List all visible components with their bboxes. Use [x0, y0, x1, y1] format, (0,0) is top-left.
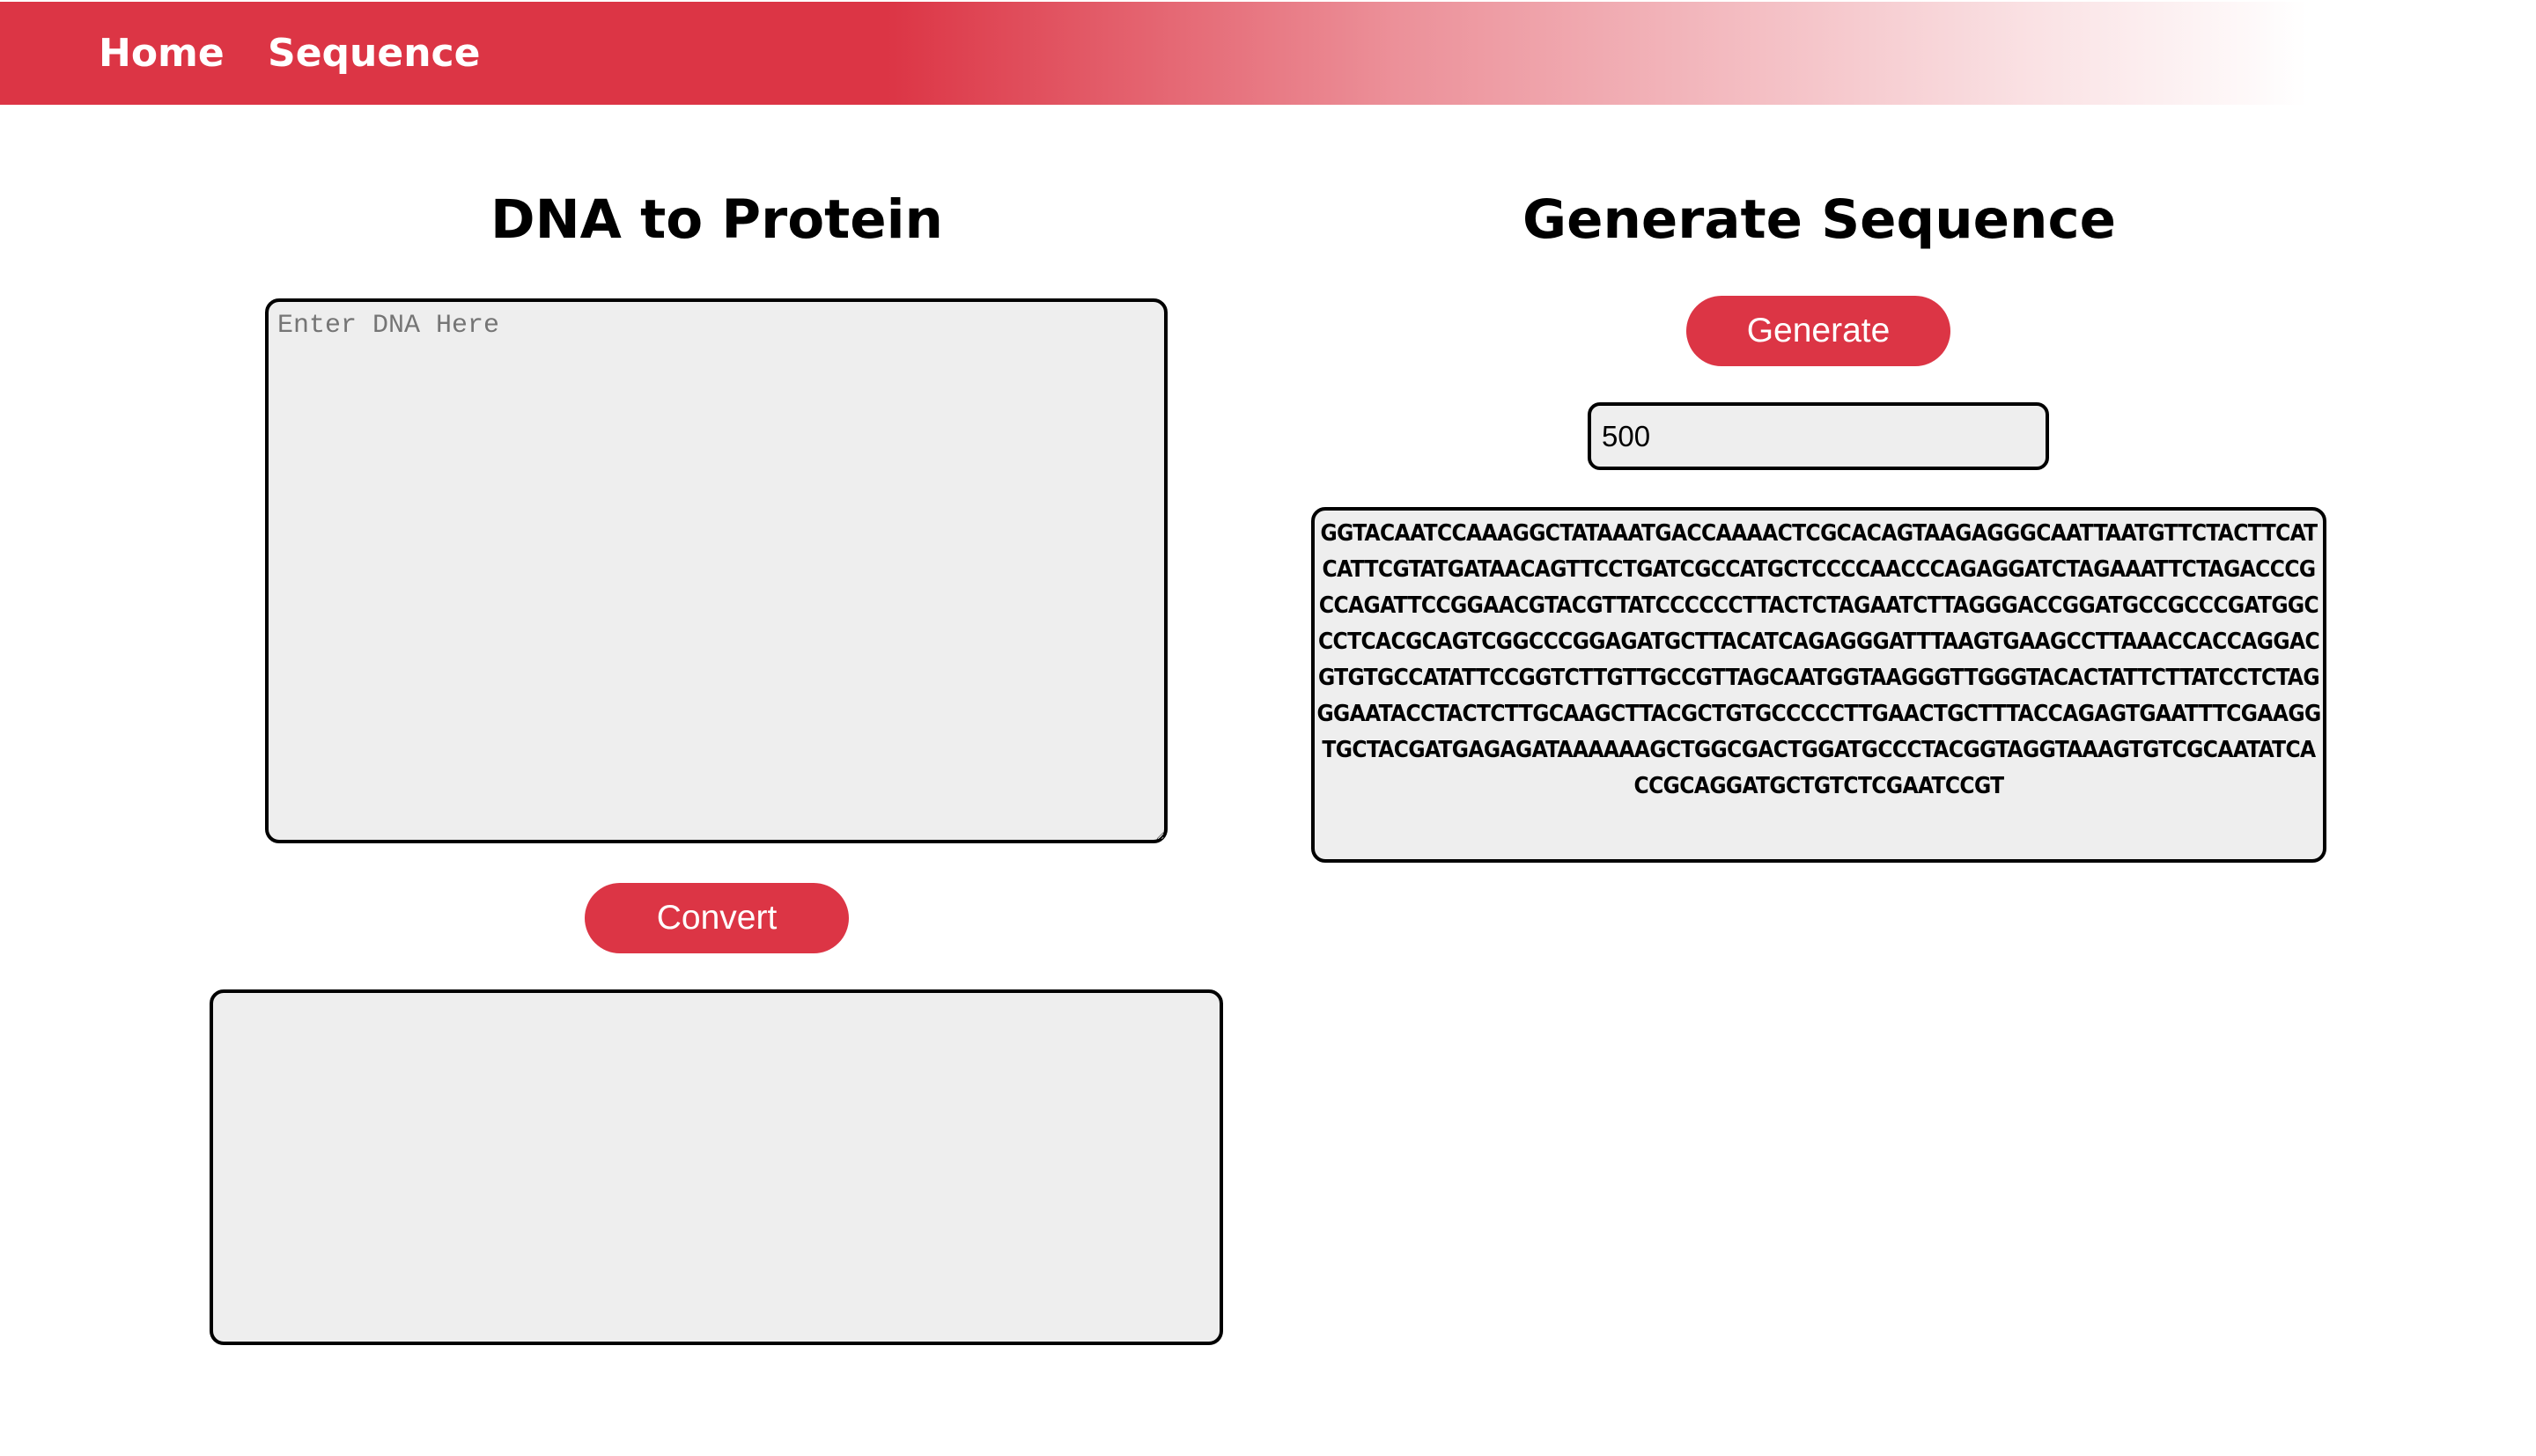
top-navbar: Home Sequence [0, 2, 2536, 105]
dna-to-protein-title: DNA to Protein [490, 188, 943, 251]
generated-sequence-box: GGTACAATCCAAAGGCTATAAATGACCAAAACTCGCACAG… [1311, 507, 2326, 863]
protein-output-box [210, 989, 1223, 1345]
generated-sequence-text: GGTACAATCCAAAGGCTATAAATGACCAAAACTCGCACAG… [1316, 520, 2321, 799]
generate-sequence-title: Generate Sequence [1522, 188, 2116, 251]
convert-button[interactable]: Convert [585, 883, 849, 953]
generate-button[interactable]: Generate [1686, 296, 1950, 366]
sequence-length-input[interactable] [1588, 402, 2049, 470]
nav-sequence-link[interactable]: Sequence [268, 2, 480, 105]
dna-input-textarea[interactable] [265, 298, 1168, 843]
nav-home-link[interactable]: Home [99, 2, 225, 105]
